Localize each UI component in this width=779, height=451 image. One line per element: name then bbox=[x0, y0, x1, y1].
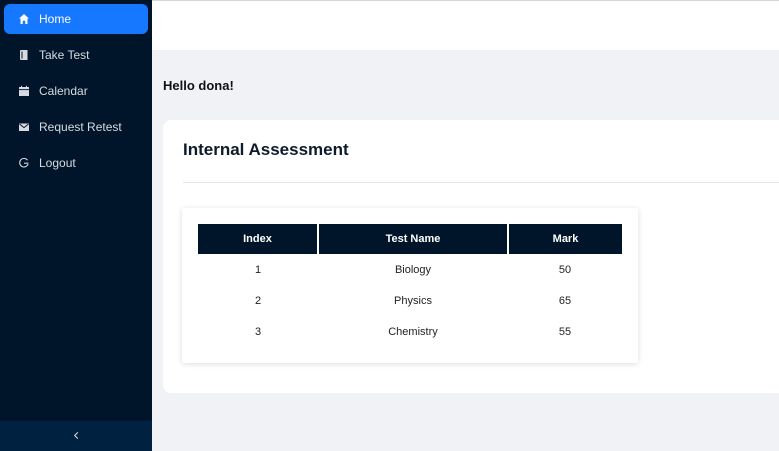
top-header bbox=[152, 0, 779, 50]
results-table-container: Index Test Name Mark 1 Biology 50 2 Phys… bbox=[182, 208, 638, 363]
divider bbox=[183, 182, 779, 183]
sidebar-menu: Home Take Test Calendar Request Retest L… bbox=[0, 0, 152, 178]
table-cell-index: 1 bbox=[254, 263, 262, 276]
sidebar-item-calendar[interactable]: Calendar bbox=[4, 76, 148, 106]
table-cell-mark: 50 bbox=[558, 263, 572, 276]
sidebar-item-request-retest[interactable]: Request Retest bbox=[4, 112, 148, 142]
table-cell-test-name: Biology bbox=[394, 263, 432, 276]
sidebar-item-take-test[interactable]: Take Test bbox=[4, 40, 148, 70]
table-cell-index: 3 bbox=[254, 325, 262, 338]
chevron-left-icon bbox=[72, 427, 81, 445]
column-header-test-name: Test Name bbox=[318, 224, 509, 254]
card-title: Internal Assessment bbox=[183, 140, 349, 159]
sidebar-item-label: Home bbox=[39, 12, 72, 26]
sidebar-item-label: Take Test bbox=[39, 48, 90, 62]
greeting-text: Hello dona! bbox=[163, 78, 234, 93]
table-cell-index: 2 bbox=[254, 294, 262, 307]
table-row: 3 Chemistry 55 bbox=[198, 316, 622, 347]
table-header-row: Index Test Name Mark bbox=[198, 224, 622, 254]
book-icon bbox=[18, 49, 30, 61]
sidebar-item-home[interactable]: Home bbox=[4, 4, 148, 34]
table-row: 2 Physics 65 bbox=[198, 285, 622, 316]
table-cell-mark: 55 bbox=[558, 325, 572, 338]
mail-icon bbox=[18, 121, 30, 133]
results-table: Index Test Name Mark 1 Biology 50 2 Phys… bbox=[198, 224, 622, 347]
table-row: 1 Biology 50 bbox=[198, 254, 622, 285]
column-header-index: Index bbox=[198, 224, 319, 254]
assessment-card: Internal Assessment Index Test Name Mark… bbox=[163, 120, 779, 393]
table-cell-test-name: Chemistry bbox=[388, 325, 438, 338]
sidebar: Home Take Test Calendar Request Retest L… bbox=[0, 0, 152, 451]
sidebar-item-label: Request Retest bbox=[39, 120, 122, 134]
home-icon bbox=[18, 13, 30, 25]
logout-icon bbox=[18, 157, 30, 169]
sidebar-item-logout[interactable]: Logout bbox=[4, 148, 148, 178]
table-cell-test-name: Physics bbox=[394, 294, 432, 307]
table-cell-mark: 65 bbox=[558, 294, 572, 307]
calendar-icon bbox=[18, 85, 30, 97]
column-header-mark: Mark bbox=[508, 224, 622, 254]
sidebar-collapse-button[interactable] bbox=[0, 421, 152, 451]
sidebar-item-label: Calendar bbox=[39, 84, 88, 98]
sidebar-item-label: Logout bbox=[39, 156, 76, 170]
